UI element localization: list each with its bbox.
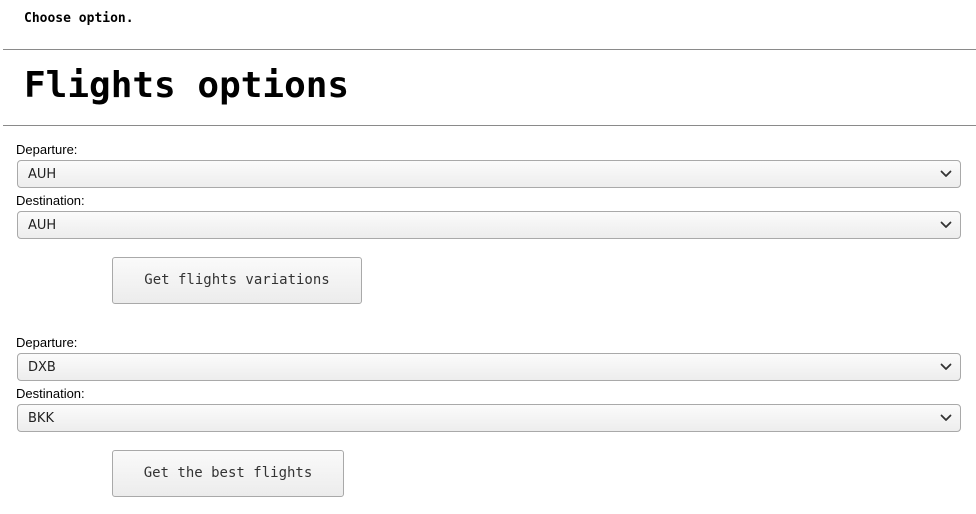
destination-select-value: AUH [28, 218, 57, 233]
get-flights-variations-button[interactable]: Get flights variations [112, 257, 362, 304]
departure-select-value: DXB [28, 360, 56, 375]
destination-select[interactable]: AUH [17, 211, 961, 239]
chevron-down-icon [940, 363, 952, 370]
divider-bottom [3, 125, 976, 126]
get-best-flights-button[interactable]: Get the best flights [112, 450, 344, 497]
divider-top [3, 49, 976, 50]
departure-select[interactable]: DXB [17, 353, 961, 381]
chevron-down-icon [940, 414, 952, 421]
departure-label: Departure: [16, 335, 78, 350]
destination-select-value: BKK [28, 411, 54, 426]
destination-select[interactable]: BKK [17, 404, 961, 432]
departure-label: Departure: [16, 142, 78, 157]
chevron-down-icon [940, 221, 952, 228]
departure-select-value: AUH [28, 167, 57, 182]
chevron-down-icon [940, 170, 952, 177]
page-title: Flights options [24, 65, 350, 106]
departure-select[interactable]: AUH [17, 160, 961, 188]
destination-label: Destination: [16, 193, 85, 208]
instruction-text: Choose option. [24, 11, 134, 26]
destination-label: Destination: [16, 386, 85, 401]
